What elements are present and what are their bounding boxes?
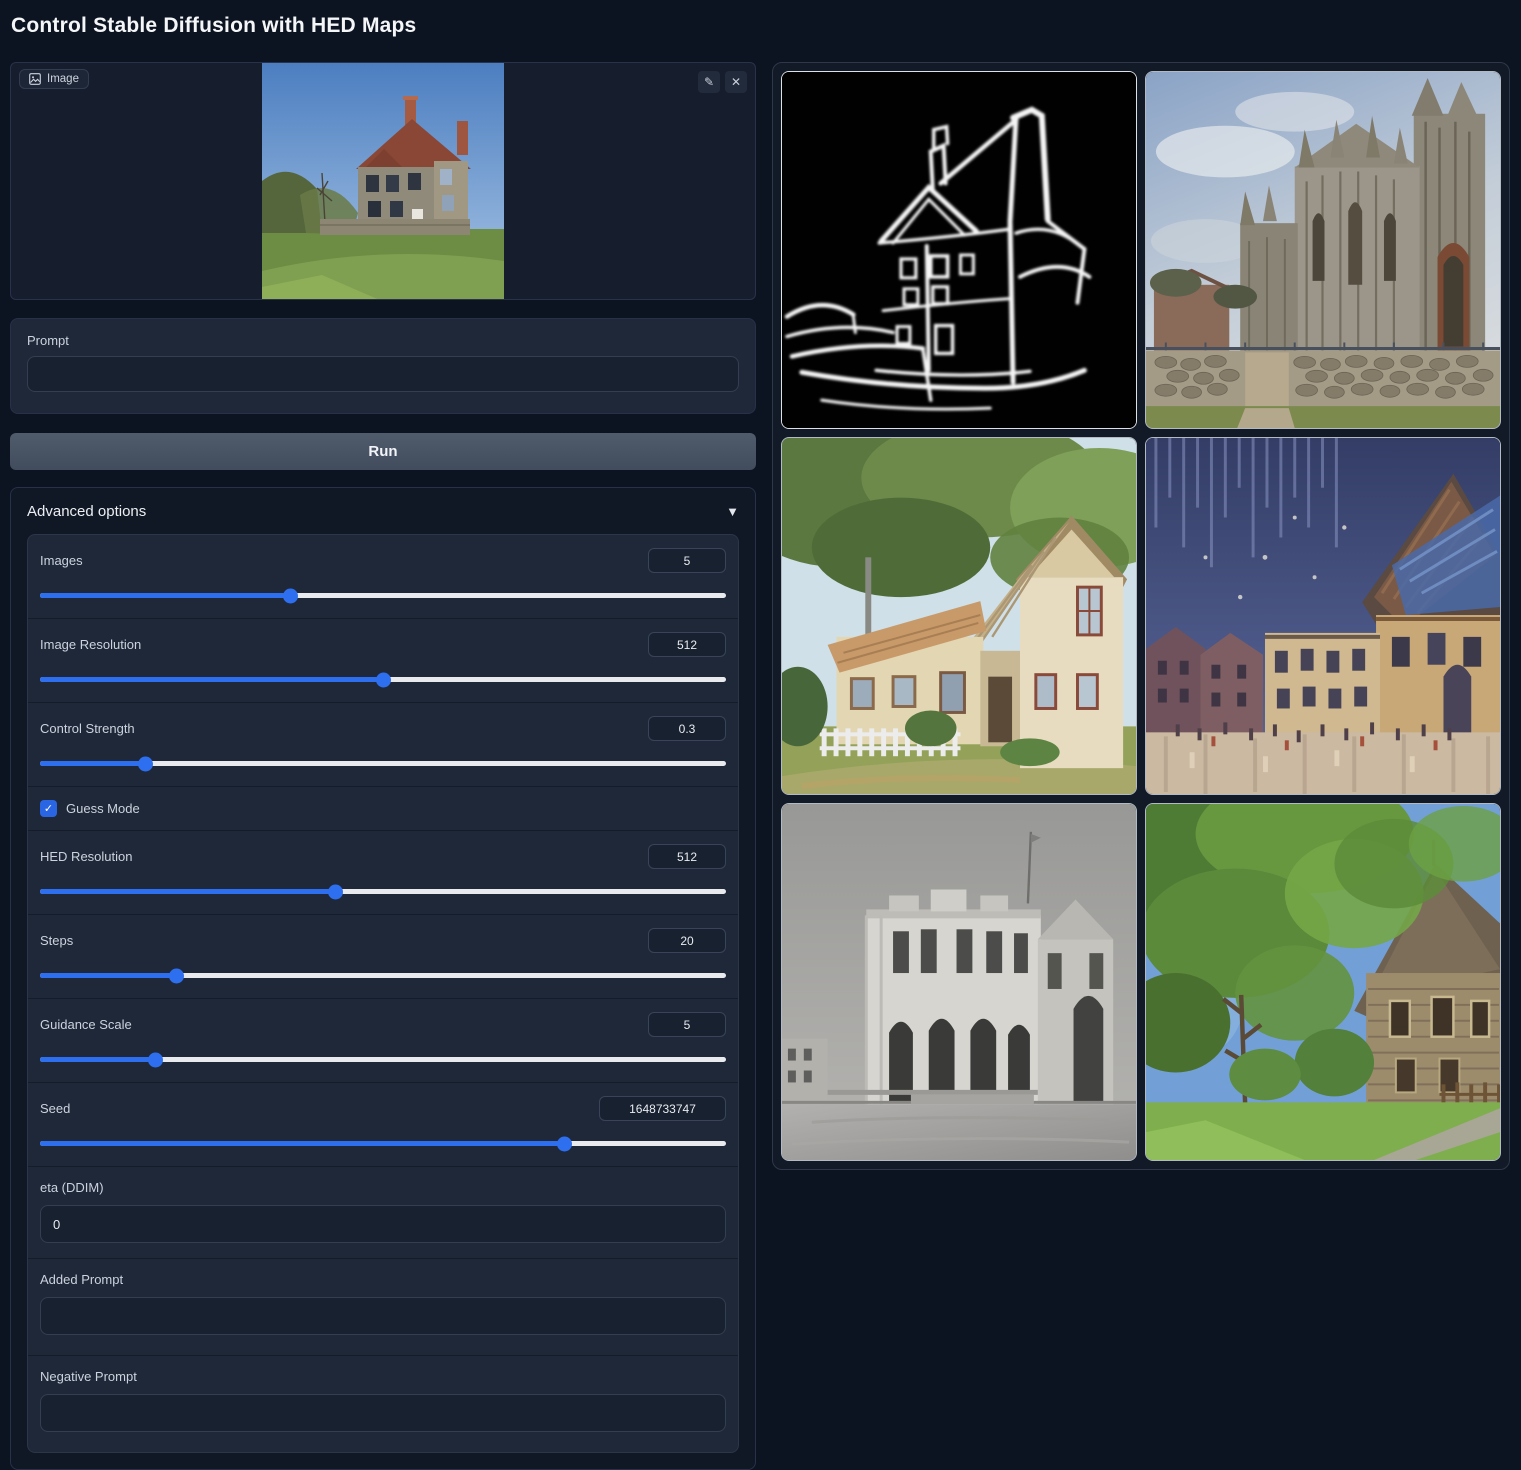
uploaded-house-photo[interactable]: [262, 63, 504, 300]
hed-resolution-slider[interactable]: [40, 884, 726, 899]
images-label: Images: [40, 553, 83, 568]
check-icon: ✓: [44, 802, 53, 815]
chevron-down-icon: ▼: [726, 504, 739, 519]
slider-thumb[interactable]: [376, 672, 391, 687]
image-icon: [29, 73, 41, 85]
image-component-label: Image: [19, 69, 89, 89]
hed-resolution-slider-row: HED Resolution 512: [28, 831, 738, 915]
pencil-icon: ✎: [704, 75, 714, 89]
seed-slider-row: Seed 1648733747: [28, 1083, 738, 1167]
slider-thumb[interactable]: [328, 884, 343, 899]
eta-row: eta (DDIM): [28, 1167, 738, 1259]
gallery-item-grayscale-building[interactable]: [781, 803, 1137, 1161]
edit-image-button[interactable]: ✎: [698, 71, 720, 93]
control-strength-slider-row: Control Strength 0.3: [28, 703, 738, 787]
slider-thumb[interactable]: [138, 756, 153, 771]
advanced-options-title: Advanced options: [27, 503, 146, 520]
advanced-options-header[interactable]: Advanced options ▼: [11, 488, 755, 534]
guidance-scale-slider-row: Guidance Scale 5: [28, 999, 738, 1083]
prompt-input[interactable]: [27, 356, 739, 392]
guidance-scale-slider[interactable]: [40, 1052, 726, 1067]
added-prompt-input[interactable]: [40, 1297, 726, 1335]
input-image-dropzone[interactable]: Image ✎ ✕: [10, 62, 756, 300]
hed-resolution-label: HED Resolution: [40, 849, 133, 864]
slider-thumb[interactable]: [283, 588, 298, 603]
added-prompt-label: Added Prompt: [40, 1272, 726, 1287]
impressionist-image: [1146, 438, 1500, 794]
eta-input[interactable]: [40, 1205, 726, 1243]
slider-thumb[interactable]: [169, 968, 184, 983]
hed-edge-map-image: [782, 72, 1136, 428]
steps-label: Steps: [40, 933, 73, 948]
guess-mode-row: ✓ Guess Mode: [28, 787, 738, 831]
gallery-item-impressionist[interactable]: [1145, 437, 1501, 795]
gallery-item-cathedral[interactable]: [1145, 71, 1501, 429]
images-value-input[interactable]: 5: [648, 548, 726, 573]
negative-prompt-label: Negative Prompt: [40, 1369, 726, 1384]
images-slider-row: Images 5: [28, 535, 738, 619]
results-gallery: [772, 62, 1510, 1170]
steps-value-input[interactable]: 20: [648, 928, 726, 953]
stone-house-image: [1146, 804, 1500, 1160]
grayscale-building-image: [782, 804, 1136, 1160]
guidance-scale-label: Guidance Scale: [40, 1017, 132, 1032]
house-photo-image: [262, 63, 504, 300]
seed-slider[interactable]: [40, 1136, 726, 1151]
control-strength-value-input[interactable]: 0.3: [648, 716, 726, 741]
negative-prompt-input[interactable]: [40, 1394, 726, 1432]
gallery-item-cream-house[interactable]: [781, 437, 1137, 795]
slider-thumb[interactable]: [557, 1136, 572, 1151]
added-prompt-row: Added Prompt: [28, 1259, 738, 1356]
image-resolution-value-input[interactable]: 512: [648, 632, 726, 657]
run-button[interactable]: Run: [10, 433, 756, 470]
clear-image-button[interactable]: ✕: [725, 71, 747, 93]
cream-house-image: [782, 438, 1136, 794]
steps-slider-row: Steps 20: [28, 915, 738, 999]
eta-label: eta (DDIM): [40, 1180, 726, 1195]
guess-mode-checkbox[interactable]: ✓: [40, 800, 57, 817]
cathedral-image: [1146, 72, 1500, 428]
image-resolution-label: Image Resolution: [40, 637, 141, 652]
control-strength-slider[interactable]: [40, 756, 726, 771]
negative-prompt-row: Negative Prompt: [28, 1356, 738, 1452]
guess-mode-label: Guess Mode: [66, 801, 140, 816]
gallery-item-stone-house[interactable]: [1145, 803, 1501, 1161]
controls-column: Image ✎ ✕: [10, 62, 756, 1470]
advanced-options-group: Images 5 Image Resolution 512 Contro: [27, 534, 739, 1453]
advanced-options-accordion: Advanced options ▼ Images 5 Image Resolu…: [10, 487, 756, 1470]
gallery-item-hed-map[interactable]: [781, 71, 1137, 429]
slider-thumb[interactable]: [148, 1052, 163, 1067]
control-strength-label: Control Strength: [40, 721, 135, 736]
close-icon: ✕: [731, 75, 741, 89]
prompt-label: Prompt: [27, 333, 739, 348]
image-resolution-slider-row: Image Resolution 512: [28, 619, 738, 703]
prompt-panel: Prompt: [10, 318, 756, 414]
steps-slider[interactable]: [40, 968, 726, 983]
images-slider[interactable]: [40, 588, 726, 603]
hed-resolution-value-input[interactable]: 512: [648, 844, 726, 869]
seed-value-input[interactable]: 1648733747: [599, 1096, 726, 1121]
seed-label: Seed: [40, 1101, 70, 1116]
page-title: Control Stable Diffusion with HED Maps: [11, 14, 416, 38]
image-resolution-slider[interactable]: [40, 672, 726, 687]
guidance-scale-value-input[interactable]: 5: [648, 1012, 726, 1037]
